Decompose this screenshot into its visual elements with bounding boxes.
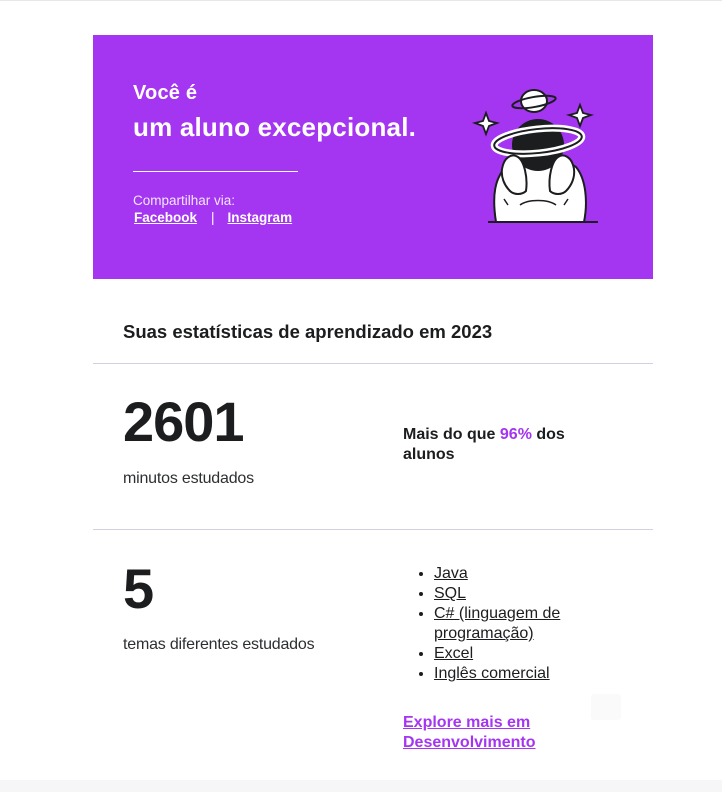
explore-development-link[interactable]: Explore mais em Desenvolvimento	[403, 714, 535, 751]
comparison-text: Mais do que 96% dos alunos	[403, 425, 603, 465]
hero-divider	[133, 171, 298, 172]
list-item: Inglês comercial	[434, 664, 614, 684]
comparison-prefix: Mais do que	[403, 426, 500, 443]
topic-link-csharp[interactable]: C# (linguagem de programação)	[434, 605, 560, 642]
list-item: C# (linguagem de programação)	[434, 604, 614, 644]
topic-link-business-english[interactable]: Inglês comercial	[434, 665, 550, 682]
list-item: SQL	[434, 584, 614, 604]
minutes-value: 2601	[123, 390, 245, 453]
facebook-link[interactable]: Facebook	[134, 210, 197, 225]
hero-banner: Você é um aluno excepcional. Compartilha…	[93, 35, 653, 279]
section-divider	[93, 529, 653, 530]
hero-heading-line1: Você é	[133, 82, 198, 104]
share-label: Compartilhar via:	[133, 193, 236, 208]
topic-link-excel[interactable]: Excel	[434, 645, 473, 662]
share-links: Facebook | Instagram	[134, 210, 292, 225]
topic-link-sql[interactable]: SQL	[434, 585, 466, 602]
explore-link-wrap: Explore mais em Desenvolvimento	[403, 713, 603, 753]
list-item: Excel	[434, 644, 614, 664]
email-card: Você é um aluno excepcional. Compartilha…	[93, 35, 653, 751]
topics-value: 5	[123, 557, 154, 620]
astronaut-planet-illustration-icon	[471, 89, 598, 223]
top-border	[0, 0, 722, 1]
hero-heading-line2: um aluno excepcional.	[133, 112, 417, 142]
minutes-label: minutos estudados	[123, 470, 254, 487]
section-divider	[93, 363, 653, 364]
topic-link-java[interactable]: Java	[434, 565, 468, 582]
instagram-link[interactable]: Instagram	[228, 210, 293, 225]
stats-title: Suas estatísticas de aprendizado em 2023	[123, 321, 493, 342]
topics-list: Java SQL C# (linguagem de programação) E…	[416, 564, 614, 684]
share-separator: |	[211, 210, 215, 225]
topics-label: temas diferentes estudados	[123, 636, 315, 653]
list-item: Java	[434, 564, 614, 584]
scroll-to-top-button[interactable]	[591, 694, 621, 720]
comparison-percent: 96%	[499, 426, 532, 443]
